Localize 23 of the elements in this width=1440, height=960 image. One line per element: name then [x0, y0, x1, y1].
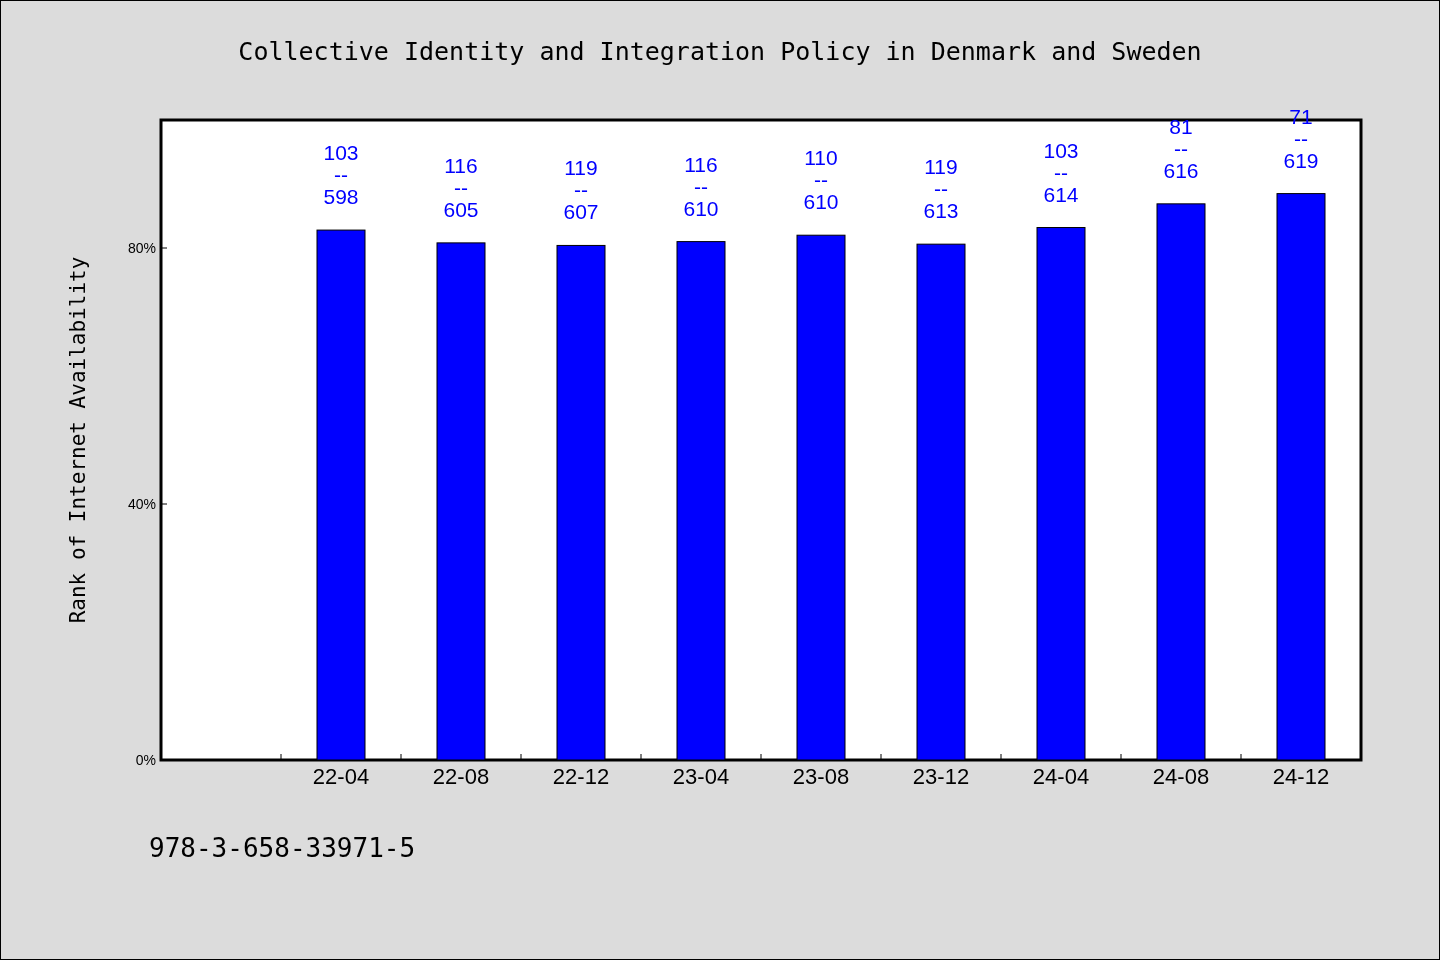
value-label: 103 -- 614: [1043, 138, 1079, 206]
value-label: 119 -- 607: [563, 156, 599, 224]
x-tick-label: 22-12: [552, 764, 610, 789]
x-tick-label: 23-12: [912, 764, 970, 789]
value-label: 119 -- 613: [923, 155, 959, 223]
y-tick-label: 80%: [127, 240, 156, 256]
x-tick-label: 22-08: [432, 764, 490, 789]
isbn-text: 978-3-658-33971-5: [149, 833, 416, 863]
x-tick-label: 24-04: [1032, 764, 1090, 789]
chart-title: Collective Identity and Integration Policy in Denmark and Sweden: [238, 37, 1202, 68]
y-axis-label: Rank of Internet Availability: [66, 256, 90, 624]
y-tick-label: 0%: [135, 752, 156, 768]
value-label: 116 -- 605: [443, 153, 479, 221]
x-tick-label: 23-08: [792, 764, 850, 789]
value-label: 81 -- 616: [1163, 114, 1199, 182]
x-tick-label: 24-12: [1272, 764, 1330, 789]
value-label: 116 -- 610: [683, 152, 719, 220]
value-label: 103 -- 598: [323, 141, 359, 209]
x-tick-label: 23-04: [672, 764, 730, 789]
x-tick-label: 22-04: [312, 764, 370, 789]
y-tick-label: 40%: [127, 496, 156, 512]
value-label: 110 -- 610: [803, 146, 839, 214]
x-tick-label: 24-08: [1152, 764, 1210, 789]
